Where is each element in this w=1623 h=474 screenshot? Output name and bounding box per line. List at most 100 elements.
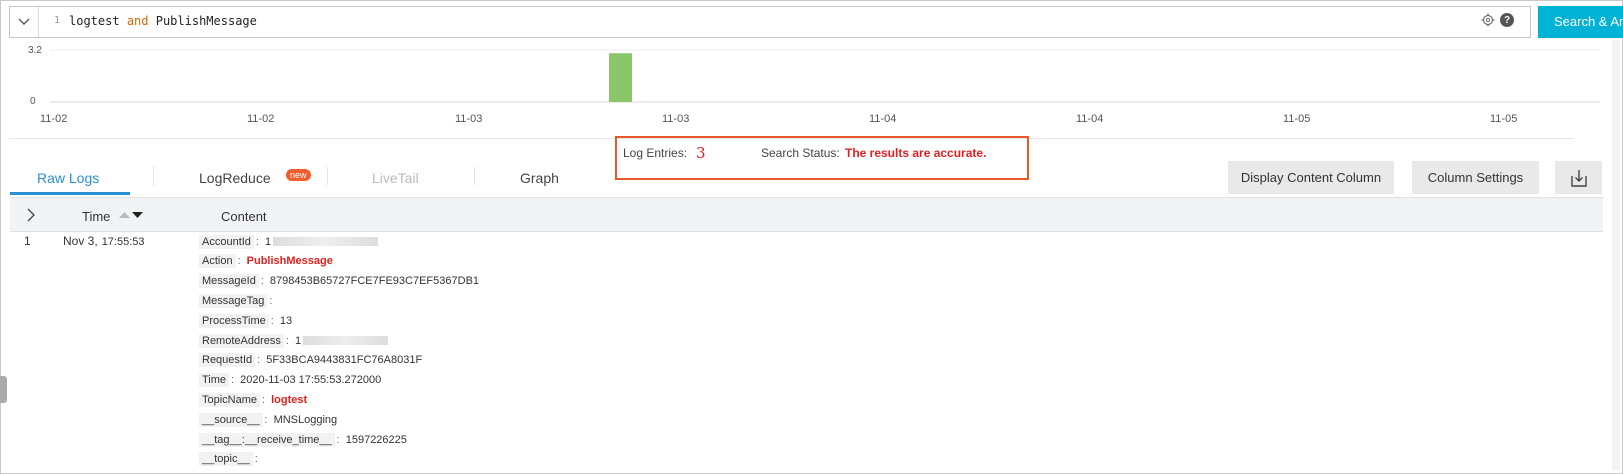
row-time: 17:55:53 [101, 236, 145, 248]
new-badge: new [286, 169, 311, 181]
field-key[interactable]: ProcessTime [199, 313, 269, 328]
log-field: MessageId:8798453B65727FCE7FE93C7EF5367D… [199, 273, 479, 290]
field-separator: : [254, 453, 258, 466]
column-header-time[interactable]: Time [82, 209, 110, 224]
log-histogram-chart: 3.2 0 11-02 11-02 11-03 11-03 11-04 11-04 11-0… [28, 45, 1600, 125]
log-field: RemoteAddress:1 [199, 332, 389, 349]
log-field: __tag__:__receive_time__:1597226225 [199, 431, 407, 448]
row-date: Nov 3, [63, 234, 98, 248]
x-tick-label: 11-03 [662, 113, 689, 125]
histogram-bar[interactable] [609, 53, 632, 102]
active-tab-indicator [10, 192, 130, 195]
log-field: RequestId:5F33BCA9443831FC76A8031F [199, 352, 422, 369]
field-separator: : [269, 294, 273, 307]
field-separator: : [237, 255, 241, 268]
search-status-box: Log Entries: 3 Search Status: The result… [615, 136, 1029, 180]
redacted-value [303, 336, 389, 345]
tab-separator [153, 167, 154, 185]
log-field: MessageTag: [199, 292, 278, 309]
display-content-column-button[interactable]: Display Content Column [1228, 161, 1394, 194]
download-button[interactable] [1555, 161, 1602, 194]
query-term: logtest [69, 14, 120, 28]
field-value[interactable]: 5F33BCA9443831FC76A8031F [266, 354, 422, 366]
redacted-value [273, 237, 379, 246]
scrollbar[interactable] [1612, 40, 1620, 470]
sort-icon[interactable] [118, 209, 144, 221]
field-key[interactable]: Time [199, 373, 230, 388]
log-entries-count: 3 [696, 144, 706, 162]
tab-raw-logs[interactable]: Raw Logs [37, 170, 99, 186]
field-separator: : [255, 235, 259, 248]
field-key[interactable]: __tag__:__receive_time__ [199, 432, 335, 447]
x-tick-label: 11-04 [869, 113, 896, 125]
field-separator: : [285, 334, 289, 347]
table-header: Time Content [10, 197, 1603, 232]
log-field: AccountId:1 [199, 233, 379, 250]
log-field: __source__: MNSLogging [199, 411, 337, 428]
x-tick-label: 11-02 [40, 113, 67, 125]
column-header-content: Content [221, 209, 267, 224]
collapse-sidebar-handle[interactable] [0, 376, 7, 403]
field-key[interactable]: Action [199, 254, 236, 269]
search-status-label: Search Status: [761, 146, 840, 160]
field-separator: : [231, 374, 235, 387]
field-key[interactable]: __topic__ [199, 452, 253, 467]
field-value[interactable]: MNSLogging [274, 414, 338, 426]
x-tick-label: 11-05 [1283, 113, 1310, 125]
field-separator: : [257, 354, 261, 367]
log-field: Action: PublishMessage [199, 253, 333, 270]
help-icon[interactable]: ? [1500, 13, 1514, 27]
y-tick-label: 0 [30, 96, 36, 107]
log-entries-label: Log Entries: [623, 146, 688, 160]
search-analyze-button[interactable]: Search & Analyze [1538, 6, 1623, 38]
field-value[interactable]: PublishMessage [247, 255, 333, 267]
gear-icon[interactable] [1481, 13, 1495, 27]
row-number: 1 [24, 234, 31, 248]
query-editor[interactable]: 1 logtest and PublishMessage ? [9, 6, 1531, 38]
x-tick-label: 11-02 [247, 113, 274, 125]
tab-livetail[interactable]: LiveTail [372, 170, 419, 186]
field-key[interactable]: TopicName [199, 392, 261, 407]
x-tick-label: 11-04 [1076, 113, 1103, 125]
field-key[interactable]: MessageTag [199, 293, 268, 308]
field-separator: : [260, 275, 264, 288]
x-tick-label: 11-05 [1490, 113, 1517, 125]
tab-separator [474, 167, 475, 185]
field-separator: : [270, 314, 274, 327]
field-value[interactable]: 1 [295, 335, 301, 347]
row-timestamp: Nov 3, 17:55:53 [63, 234, 145, 248]
chevron-down-icon [18, 18, 30, 25]
field-value[interactable]: logtest [271, 394, 307, 406]
query-operator: and [126, 14, 149, 28]
field-value[interactable]: 13 [280, 315, 292, 327]
column-settings-button[interactable]: Column Settings [1412, 161, 1539, 194]
field-key[interactable]: __source__ [199, 412, 263, 427]
search-status-value: The results are accurate. [845, 146, 987, 160]
field-separator: : [264, 413, 268, 426]
field-separator: : [262, 393, 266, 406]
tab-separator [327, 167, 328, 185]
log-field: TopicName: logtest [199, 391, 307, 408]
field-key[interactable]: AccountId [199, 234, 254, 249]
query-text[interactable]: logtest and PublishMessage [69, 14, 257, 28]
log-field: ProcessTime:13 [199, 312, 292, 329]
field-value[interactable]: 2020-11-03 17:55:53.272000 [240, 374, 381, 386]
field-value[interactable]: 1597226225 [346, 434, 407, 446]
expand-query-toggle[interactable] [10, 7, 39, 37]
tab-graph[interactable]: Graph [520, 170, 559, 186]
field-value[interactable]: 8798453B65727FCE7FE93C7EF5367DB1 [270, 275, 479, 287]
field-key[interactable]: RemoteAddress [199, 333, 284, 348]
log-field: Time:2020-11-03 17:55:53.272000 [199, 372, 381, 389]
field-key[interactable]: MessageId [199, 274, 259, 289]
download-icon [1570, 170, 1587, 187]
field-separator: : [336, 433, 340, 446]
field-key[interactable]: RequestId [199, 353, 256, 368]
log-field: __topic__: [199, 451, 264, 468]
tab-logreduce[interactable]: LogReduce [199, 170, 271, 186]
query-line-number: 1 [54, 15, 61, 26]
y-tick-label: 3.2 [28, 45, 42, 56]
x-tick-label: 11-03 [455, 113, 482, 125]
field-value[interactable]: 1 [265, 236, 271, 248]
query-term: PublishMessage [155, 14, 257, 28]
chevron-right-icon[interactable] [26, 208, 36, 222]
